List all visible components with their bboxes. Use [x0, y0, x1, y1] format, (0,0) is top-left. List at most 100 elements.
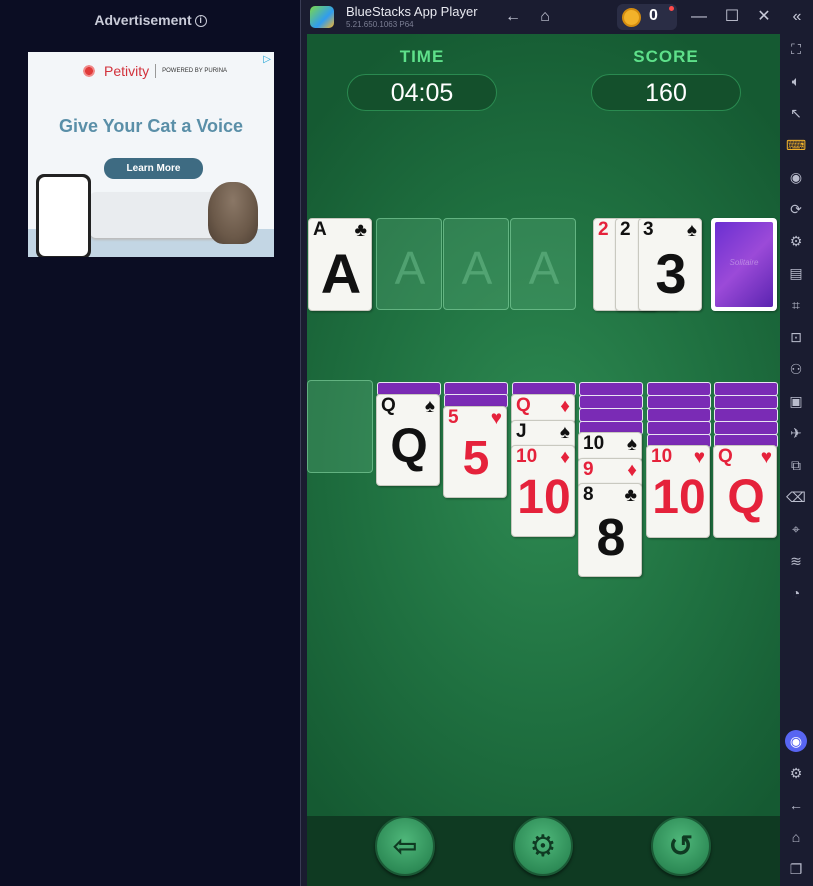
card-face-rank: 5: [462, 432, 490, 485]
gear-icon: ⚙: [529, 830, 557, 863]
heart-icon: ♥: [693, 447, 705, 468]
multi-instance-icon[interactable]: ⚇: [785, 358, 807, 380]
ad-header: Advertisement i: [0, 12, 301, 28]
tableau-card-q-spades[interactable]: Q ♠ Q: [376, 394, 440, 486]
card-rank: J: [516, 421, 527, 442]
card-face-rank: 10: [517, 471, 571, 524]
maximize-icon[interactable]: ☐: [721, 6, 743, 28]
card-back: [647, 382, 711, 396]
foundation-placeholder: A: [461, 242, 493, 294]
macro-icon[interactable]: ⚙: [785, 230, 807, 252]
rotate-icon[interactable]: ⟳: [785, 198, 807, 220]
time-label: TIME: [399, 47, 445, 66]
recent-apps-icon[interactable]: ❐: [785, 858, 807, 880]
heart-icon: ♥: [760, 447, 772, 468]
pointer-icon[interactable]: ↖: [785, 102, 807, 124]
foundation-slot-4[interactable]: A: [510, 218, 576, 310]
collapse-sidebar-icon[interactable]: «: [786, 6, 808, 28]
foundation-placeholder: A: [394, 242, 426, 294]
card-rank: Q: [516, 395, 531, 416]
android-home-icon[interactable]: ⌂: [785, 826, 807, 848]
title-bar: BlueStacks App Player 5.21.650.1063 P64 …: [301, 0, 813, 34]
foundation-placeholder: A: [528, 242, 560, 294]
spade-icon: ♠: [686, 220, 697, 241]
score-label: SCORE: [633, 47, 699, 66]
tableau-card-10-diamonds[interactable]: 10 ♦ 10: [511, 445, 575, 537]
card-face-rank: Q: [727, 471, 765, 524]
undo-button[interactable]: ↺: [651, 816, 711, 876]
fullscreen-icon[interactable]: ⛶: [785, 38, 807, 60]
foundation-slot-3[interactable]: A: [443, 218, 509, 310]
close-icon[interactable]: ✕: [753, 6, 775, 28]
airplane-icon[interactable]: ✈: [785, 422, 807, 444]
media-icon[interactable]: ▣: [785, 390, 807, 412]
android-back-icon[interactable]: ←: [785, 794, 807, 816]
tableau-slot-1[interactable]: [307, 380, 373, 473]
volume-icon[interactable]: 🔈︎: [785, 70, 807, 92]
card-rank: 5: [448, 407, 459, 428]
coin-count: 0: [649, 7, 658, 24]
tableau-card-8-clubs[interactable]: 8 ♣ 8: [578, 483, 642, 577]
info-icon[interactable]: i: [194, 15, 207, 28]
foundation-card-ace-clubs[interactable]: A ♣ A: [308, 218, 372, 311]
card-back: [647, 395, 711, 409]
tableau-card-q-hearts[interactable]: Q ♥ Q: [713, 445, 777, 538]
minimize-icon[interactable]: —: [688, 6, 710, 28]
back-arrow-icon[interactable]: ←: [502, 6, 524, 28]
keyboard-icon[interactable]: ⌨: [785, 134, 807, 156]
tableau-card-10-hearts[interactable]: 10 ♥ 10: [646, 445, 710, 538]
waste-top-card[interactable]: 3 ♠ 3: [638, 218, 702, 311]
petivity-logo-icon: [80, 62, 98, 80]
home-icon[interactable]: ⌂: [534, 6, 556, 28]
eraser-icon[interactable]: ⌫: [785, 486, 807, 508]
card-rank: Q: [381, 395, 396, 416]
spade-icon: ♠: [559, 422, 570, 443]
bottom-bar: ⇦ ⚙ ↺: [307, 816, 780, 886]
diamond-icon: ♦: [560, 447, 570, 468]
card-rank: 8: [583, 484, 594, 505]
card-back: Solitaire: [715, 222, 773, 307]
crop-icon[interactable]: ⊡: [785, 326, 807, 348]
card-face-rank: 8: [596, 509, 626, 567]
discord-icon[interactable]: ◉: [785, 730, 807, 752]
foundation-slot-2[interactable]: A: [376, 218, 442, 310]
screenshot-icon[interactable]: ⌗: [785, 294, 807, 316]
settings-gear-icon[interactable]: ⚙: [785, 762, 807, 784]
ad-brand: Petivity: [104, 63, 150, 79]
ad-header-label: Advertisement: [94, 12, 192, 28]
ad-panel: Advertisement i ▷ Petivity POWERED BY PUR…: [0, 0, 301, 886]
copy-icon[interactable]: ⧉: [785, 454, 807, 476]
exit-button[interactable]: ⇦: [375, 816, 435, 876]
card-rank: 10: [583, 433, 605, 454]
diamond-icon: ♦: [627, 460, 637, 481]
settings-button[interactable]: ⚙: [513, 816, 573, 876]
record-icon[interactable]: ◉: [785, 166, 807, 188]
stock-pile[interactable]: Solitaire: [711, 218, 777, 311]
tableau-card-5-hearts[interactable]: 5 ♥ 5: [443, 406, 507, 498]
coin-balance[interactable]: 0: [617, 4, 677, 30]
location-icon[interactable]: ⌖: [785, 518, 807, 540]
spade-icon: ♠: [626, 434, 637, 455]
ad-headline: Give Your Cat a Voice: [58, 116, 244, 136]
exit-icon: ⇦: [392, 830, 418, 863]
heart-icon: ♥: [490, 408, 502, 429]
layers-icon[interactable]: ≋: [785, 550, 807, 572]
ad-logo: Petivity POWERED BY PURINA: [80, 62, 227, 80]
ad-powered-by: POWERED BY PURINA: [162, 67, 228, 74]
ad-banner[interactable]: ▷ Petivity POWERED BY PURINA Give Your C…: [28, 52, 274, 257]
spade-icon: ♠: [424, 396, 435, 417]
card-back: [647, 421, 711, 435]
bluestacks-window: BlueStacks App Player 5.21.650.1063 P64 …: [301, 0, 813, 886]
bluestacks-logo-icon: [310, 6, 334, 28]
solitaire-game: TIME 04:05 SCORE 160 A ♣ A A A A 2 2 3 ♠…: [307, 34, 780, 886]
card-face-rank: A: [320, 242, 362, 305]
apk-icon[interactable]: ▤: [785, 262, 807, 284]
window-version: 5.21.650.1063 P64: [346, 20, 414, 29]
time-value: 04:05: [347, 74, 497, 111]
card-rank: A: [313, 219, 327, 240]
performance-icon[interactable]: ◔: [785, 582, 807, 604]
score-value: 160: [591, 74, 741, 111]
club-icon: ♣: [354, 220, 367, 241]
ad-choices-icon[interactable]: ▷: [263, 54, 271, 65]
ad-learn-more-button[interactable]: Learn More: [104, 158, 203, 179]
